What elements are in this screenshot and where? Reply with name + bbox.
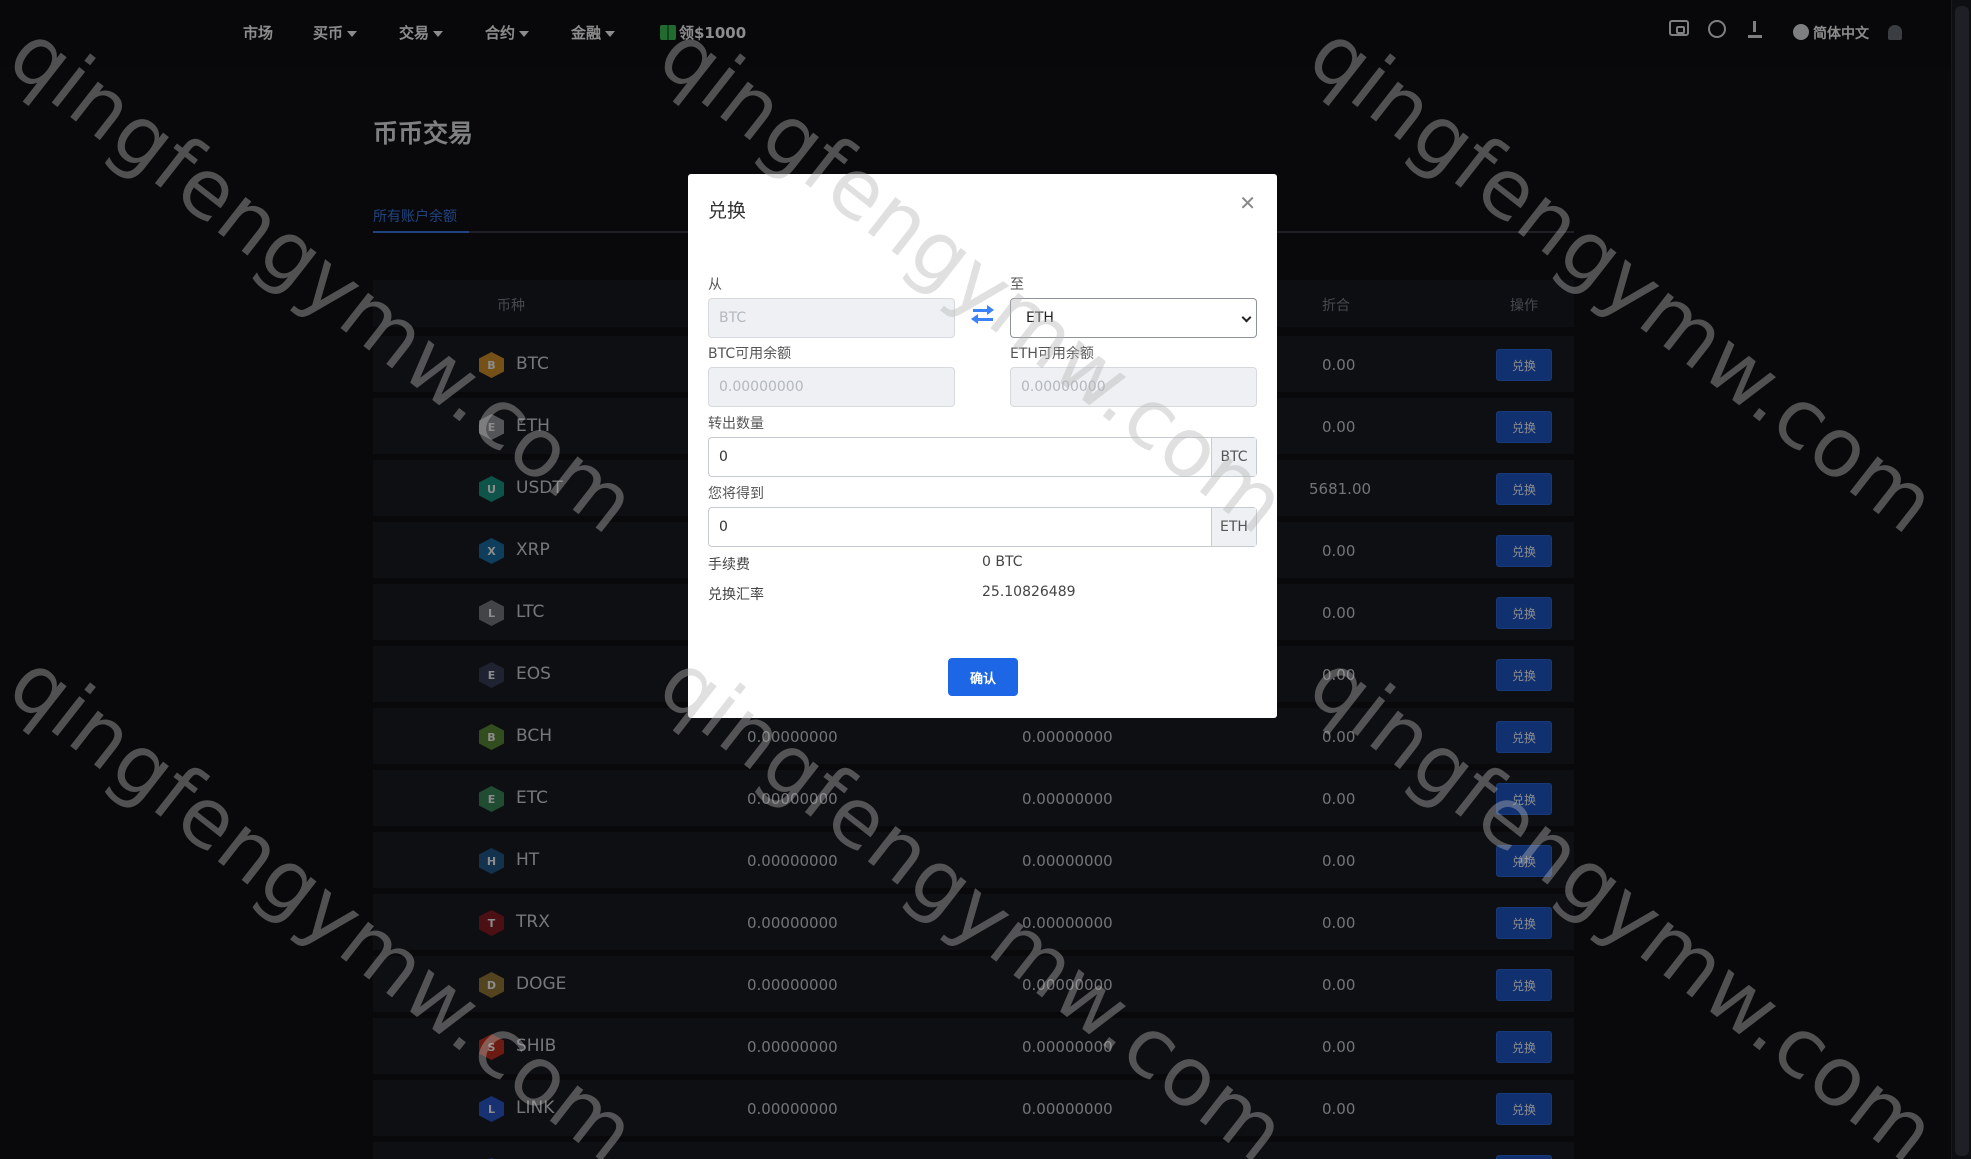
to-currency-select[interactable]: ETH xyxy=(1010,298,1257,338)
receive-unit: ETH xyxy=(1211,508,1256,546)
modal-title: 兑换 xyxy=(708,200,747,222)
amount-label: 转出数量 xyxy=(708,416,764,432)
to-balance-label: ETH可用余额 xyxy=(1010,346,1094,362)
rate-label: 兑换汇率 xyxy=(708,587,764,603)
exchange-modal: 兑换 ✕ 从 至 BTC ETH BTC可用余额 ETH可用余额 0.00000… xyxy=(688,174,1277,718)
amount-unit: BTC xyxy=(1211,438,1256,476)
rate-value: 25.10826489 xyxy=(982,584,1076,600)
receive-input[interactable]: 0 ETH xyxy=(708,507,1257,547)
from-currency-field[interactable]: BTC xyxy=(708,298,955,338)
receive-label: 您将得到 xyxy=(708,486,764,502)
from-balance-label: BTC可用余额 xyxy=(708,346,792,362)
amount-input[interactable]: 0 BTC xyxy=(708,437,1257,477)
to-currency-value: ETH xyxy=(1026,310,1054,326)
from-balance-field: 0.00000000 xyxy=(708,367,955,407)
to-label: 至 xyxy=(1010,277,1024,293)
swap-icon[interactable] xyxy=(971,304,995,328)
chevron-down-icon xyxy=(1241,312,1252,323)
close-icon[interactable]: ✕ xyxy=(1239,191,1256,215)
fee-label: 手续费 xyxy=(708,557,750,573)
from-label: 从 xyxy=(708,277,722,293)
amount-value: 0 xyxy=(719,449,728,465)
confirm-button[interactable]: 确认 xyxy=(948,658,1018,696)
fee-value: 0 BTC xyxy=(982,554,1023,570)
to-balance-field: 0.00000000 xyxy=(1010,367,1257,407)
receive-value: 0 xyxy=(719,519,728,535)
